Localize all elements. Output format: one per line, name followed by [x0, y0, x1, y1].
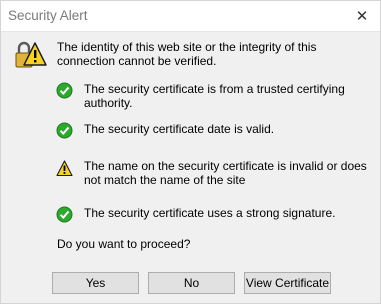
view-certificate-button[interactable]: View Certificate — [244, 272, 331, 294]
lock-warning-icon — [15, 41, 47, 68]
security-alert-dialog: Security Alert ✕ The identity of this we… — [0, 0, 381, 304]
intro-text: The identity of this web site or the int… — [57, 40, 317, 68]
check-text-trusted-authority: The security certificate is from a trust… — [84, 82, 345, 110]
check-circle-icon — [56, 206, 73, 223]
close-icon: ✕ — [355, 7, 369, 25]
no-button[interactable]: No — [148, 272, 235, 294]
close-button[interactable]: ✕ — [342, 1, 380, 30]
check-text-date-valid: The security certificate date is valid. — [84, 122, 275, 136]
title-bar: Security Alert ✕ — [1, 1, 380, 32]
check-text-strong-signature: The security certificate uses a strong s… — [84, 206, 336, 220]
yes-button[interactable]: Yes — [52, 272, 139, 294]
warning-triangle-icon — [56, 160, 73, 177]
check-text-name-invalid: The name on the security certificate is … — [84, 159, 367, 187]
check-circle-icon — [56, 122, 73, 139]
window-title: Security Alert — [8, 8, 88, 23]
proceed-question: Do you want to proceed? — [57, 237, 191, 251]
check-circle-icon — [56, 82, 73, 99]
